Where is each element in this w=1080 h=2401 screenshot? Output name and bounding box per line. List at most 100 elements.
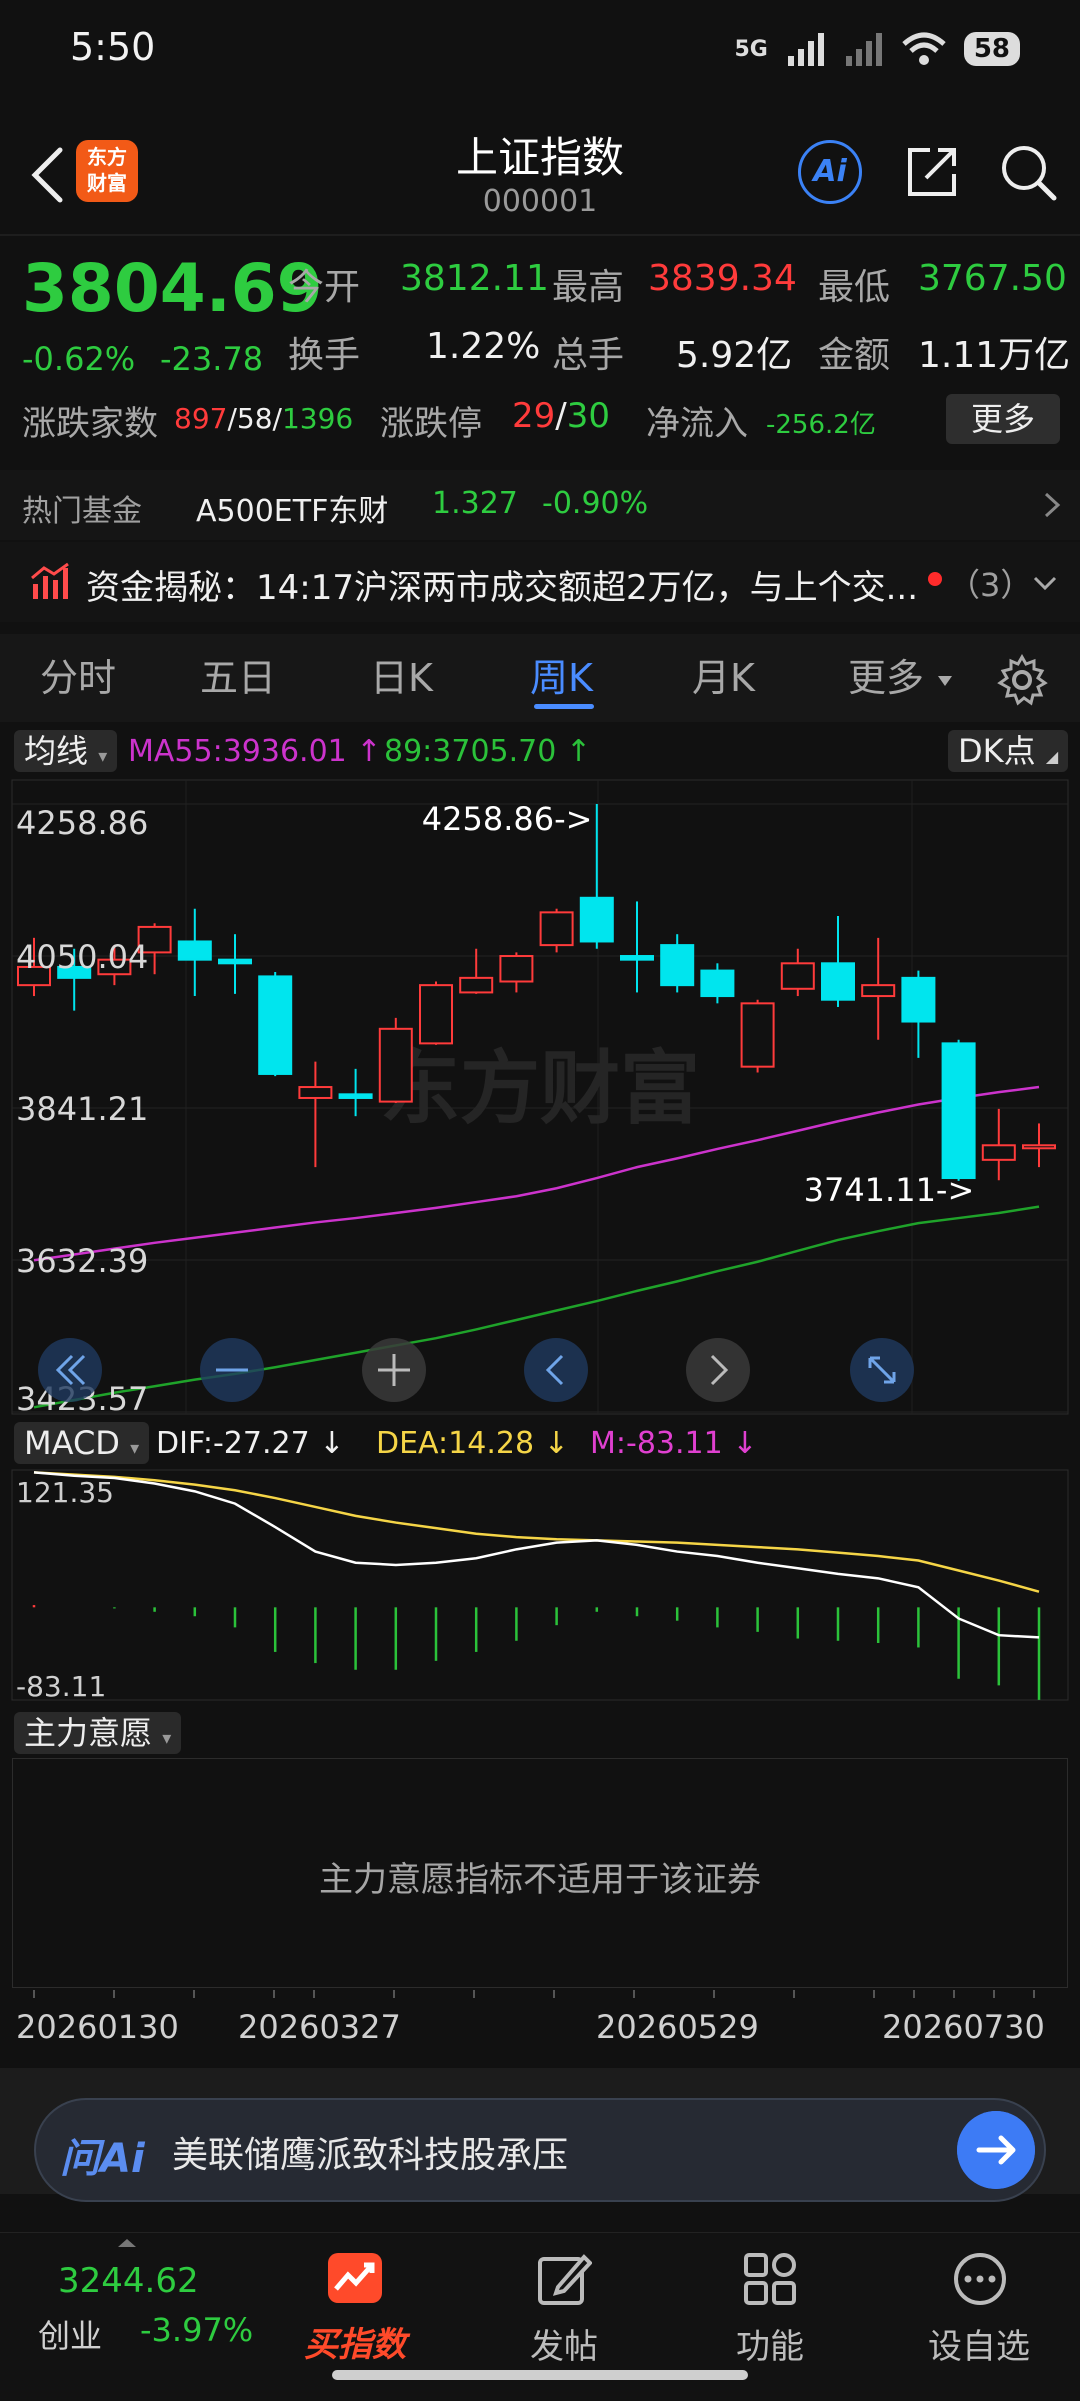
ma55-arrow-icon: ↑ [356,734,382,769]
status-icons: 5G 58 [734,24,1020,74]
status-time: 5:50 [70,25,156,69]
dif-line [33,1471,1040,1639]
chevron-down-icon[interactable] [1030,568,1060,598]
low-value: 3767.50 [918,258,1067,299]
ma89-arrow-icon: ↑ [565,734,592,769]
functions-label: 功能 [736,2327,804,2367]
settings-gear-icon[interactable] [996,654,1048,706]
ma-dropdown[interactable]: 均线 ▾ [14,730,118,772]
ma-legend-row: 均线 ▾ MA55:3936.01 ↑ 89:3705.70 ↑ DK点 ◢ [0,726,1080,776]
share-icon[interactable] [900,140,964,204]
candle-body [861,984,896,998]
tab-five-day[interactable]: 五日 [200,634,276,722]
index-value: 3244.62 [58,2261,199,2301]
macd-dropdown[interactable]: MACD ▾ [14,1422,150,1464]
caret-up-icon [118,2239,136,2247]
scroll-right-button[interactable] [686,1338,750,1402]
macd-y-top-label: 121.35 [16,1476,114,1509]
more-button[interactable]: 更多 [946,394,1060,444]
nav-functions[interactable]: 功能 [706,2233,836,2383]
tab-more[interactable]: 更多 [848,634,924,722]
dk-point-button[interactable]: DK点 ◢ [948,730,1069,772]
network-label: 5G [734,36,768,62]
home-indicator[interactable] [332,2370,748,2380]
macd-histogram [32,1605,1041,1700]
ai-suggestion-text[interactable]: 美联储鹰派致科技股承压 [172,2126,568,2178]
dea-legend: DEA:14.28 ↓ [376,1426,569,1461]
tab-monthly-k[interactable]: 月K [692,634,755,722]
macd-legend-row: MACD ▾ DIF:-27.27 ↓ DEA:14.28 ↓ M:-83.11… [0,1418,1080,1468]
buy-index-label: 买指数 [304,2325,406,2365]
candle-body [338,1093,373,1099]
zoom-out-button[interactable] [200,1338,264,1402]
candle-body [700,969,735,998]
volume-value: 5.92亿 [676,335,793,376]
macd-lines [33,1471,1040,1639]
netflow-value: -256.2亿 [766,410,876,440]
news-count: （3） [948,566,1033,604]
candle-body [780,962,815,990]
nav-add-watchlist[interactable]: 设自选 [906,2233,1056,2383]
candle-body [298,1086,333,1099]
zhuli-dropdown[interactable]: 主力意愿 ▾ [14,1712,182,1754]
amount-label: 金额 [818,335,891,376]
kline-chart[interactable]: 东方财富 4258.864050.043841.213632.393423.57… [0,776,1080,1416]
scroll-left-fast-button[interactable] [38,1338,102,1402]
tab-intraday[interactable]: 分时 [40,634,116,722]
fullscreen-button[interactable] [850,1338,914,1402]
macd-chart[interactable]: 121.35 -83.11 [0,1468,1080,1704]
arrow-right-icon[interactable] [957,2111,1035,2189]
candle-body [177,940,212,961]
ma-dropdown-label: 均线 [24,732,89,770]
tab-daily-k[interactable]: 日K [370,634,433,722]
open-label: 今开 [288,267,361,308]
date-label: 20260529 [596,2008,759,2046]
candle-body [981,1144,1016,1161]
kline-y-label: 4050.04 [16,938,148,976]
kline-y-labels: 4258.864050.043841.213632.393423.57 [16,804,148,1416]
news-row[interactable]: 资金揭秘：14:17沪深两市成交额超2万亿，与上个交... （3） [0,542,1080,622]
chevron-right-icon [1044,492,1061,518]
dea-value: DEA:14.28 [376,1426,535,1461]
zoom-in-button[interactable] [362,1338,426,1402]
volume-label: 总手 [552,335,625,376]
candle-body [901,976,936,1023]
date-label: 20260130 [16,2008,179,2046]
edit-post-icon [538,2254,592,2305]
hot-fund-change: -0.90% [542,486,649,521]
hot-fund-row[interactable]: 热门基金 A500ETF东财 1.327 -0.90% [0,470,1080,540]
macd-y-bottom-label: -83.11 [16,1670,106,1703]
limit-down: 30 [566,396,610,436]
m-value: M:-83.11 [590,1426,723,1461]
search-icon[interactable] [996,140,1060,204]
candle-body [378,1027,413,1103]
ai-button[interactable]: Ai [798,140,862,204]
signal-2-icon [845,33,882,66]
change-percent: -0.62% [22,340,136,378]
candle-body [539,911,574,947]
limit-label: 涨跌停 [380,404,482,444]
news-text: 资金揭秘：14:17沪深两市成交额超2万亿，与上个交... [86,568,919,608]
signal-icon [787,33,824,66]
breadth-up: 897 [174,402,228,435]
kline-y-label: 4258.86 [16,804,148,842]
nav-buy-index[interactable]: 买指数 [290,2233,420,2383]
m-legend: M:-83.11 ↓ [590,1426,757,1461]
candle-body [459,976,494,994]
nav-post[interactable]: 发帖 [500,2233,630,2383]
candle-body [579,896,614,943]
dk-point-label: DK点 [958,732,1036,770]
scroll-left-button[interactable] [524,1338,588,1402]
candle-body [821,962,855,1001]
ask-ai-logo: 问Ai [60,2136,145,2182]
open-value: 3812.11 [400,258,549,299]
nav-index-ticker[interactable]: 3244.62 创业 -3.97% [20,2233,280,2383]
candle-body [941,1042,976,1180]
candle-body [620,955,654,961]
breadth-down: 1396 [281,402,354,435]
date-label: 20260327 [238,2008,401,2046]
limit-up: 29 [512,396,556,436]
capital-chart-icon [31,562,69,599]
tab-more-caret-icon [938,676,952,686]
low-label: 最低 [818,267,891,308]
